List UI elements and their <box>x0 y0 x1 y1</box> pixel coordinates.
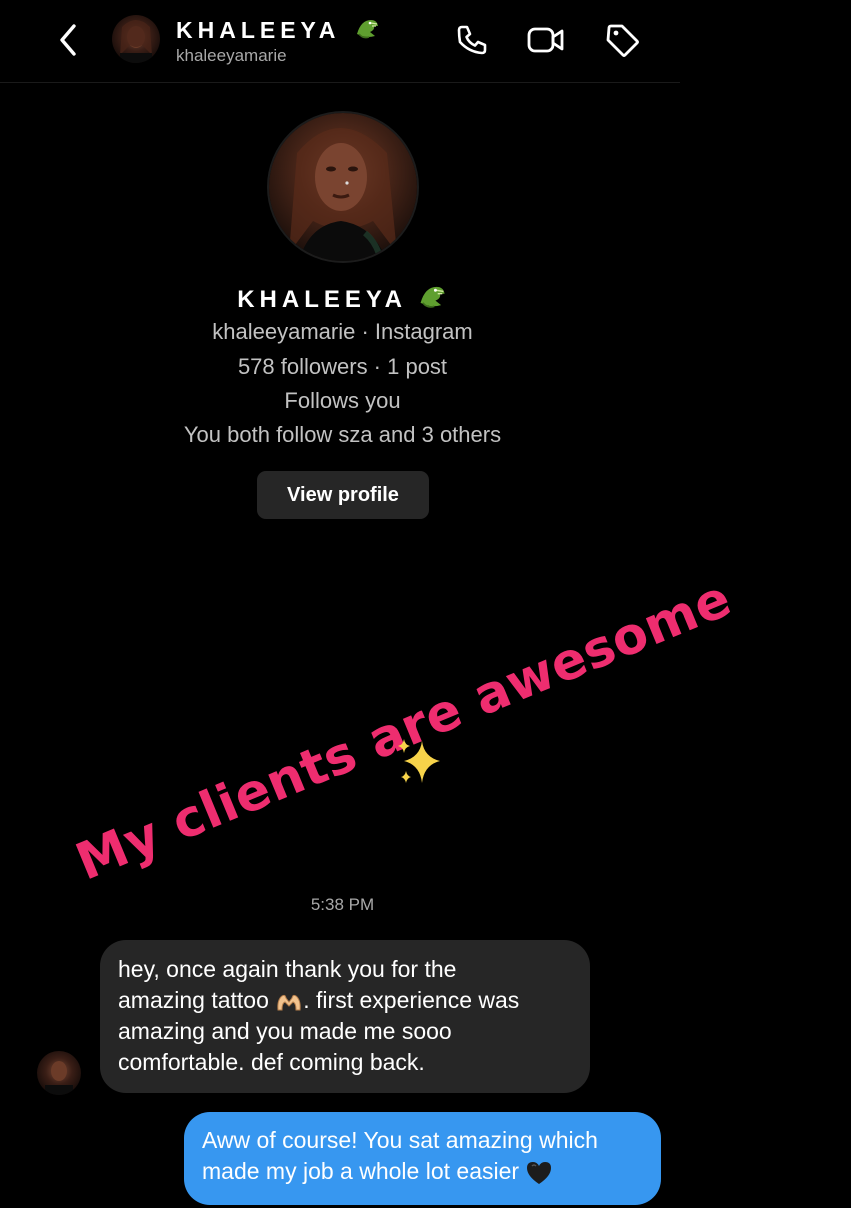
header-username: khaleeyamarie <box>176 46 287 65</box>
sender-avatar[interactable] <box>37 1051 81 1095</box>
phone-icon <box>457 25 487 55</box>
incoming-message-line: hey, once again thank you for the <box>118 956 457 982</box>
tag-button[interactable] <box>602 20 642 60</box>
profile-name-text: KHALEEYA <box>237 286 407 313</box>
overlay-caption: My clients are awesome <box>68 569 740 893</box>
black-heart-emoji-icon <box>527 1161 552 1184</box>
back-icon <box>60 24 76 56</box>
profile-display-name: KHALEEYA <box>0 280 685 314</box>
incoming-message-line: comfortable. def coming back. <box>118 1049 425 1075</box>
call-button[interactable] <box>452 20 492 60</box>
header-display-name[interactable]: KHALEEYA <box>176 14 381 44</box>
chat-header: KHALEEYA khaleeyamarie <box>0 0 680 83</box>
outgoing-message-line: Aww of course! You sat amazing which <box>202 1127 598 1153</box>
header-name-text: KHALEEYA <box>176 17 340 43</box>
view-profile-button[interactable]: View profile <box>257 471 429 519</box>
tag-icon <box>606 24 639 57</box>
video-call-button[interactable] <box>525 20 565 60</box>
profile-follows-you: Follows you <box>284 388 401 413</box>
outgoing-message-bubble[interactable]: Aww of course! You sat amazing which mad… <box>184 1112 661 1205</box>
profile-username-line: khaleeyamarie · Instagram <box>212 319 473 344</box>
incoming-message-fragment: amazing tattoo <box>118 987 276 1013</box>
crocodile-emoji-icon <box>420 286 445 308</box>
header-avatar[interactable] <box>112 15 160 63</box>
incoming-message-bubble[interactable]: hey, once again thank you for the amazin… <box>100 940 590 1093</box>
video-camera-icon <box>527 27 564 53</box>
incoming-message-line: amazing tattoo . first experience was <box>118 985 572 1016</box>
message-timestamp: 5:38 PM <box>310 895 375 914</box>
heart-hands-emoji-icon <box>277 994 301 1011</box>
crocodile-emoji-icon <box>356 20 378 39</box>
profile-mutuals: You both follow sza and 3 others <box>183 422 502 447</box>
incoming-message-fragment: . first experience was <box>303 987 520 1013</box>
profile-avatar[interactable] <box>269 113 417 261</box>
profile-stats-line: 578 followers · 1 post <box>237 354 448 379</box>
incoming-message-line: amazing and you made me sooo <box>118 1018 452 1044</box>
back-button[interactable] <box>52 20 86 60</box>
outgoing-message-fragment: made my job a whole lot easier <box>202 1158 526 1184</box>
sparkles-emoji-icon <box>398 739 440 783</box>
outgoing-message-line: made my job a whole lot easier <box>202 1156 643 1187</box>
